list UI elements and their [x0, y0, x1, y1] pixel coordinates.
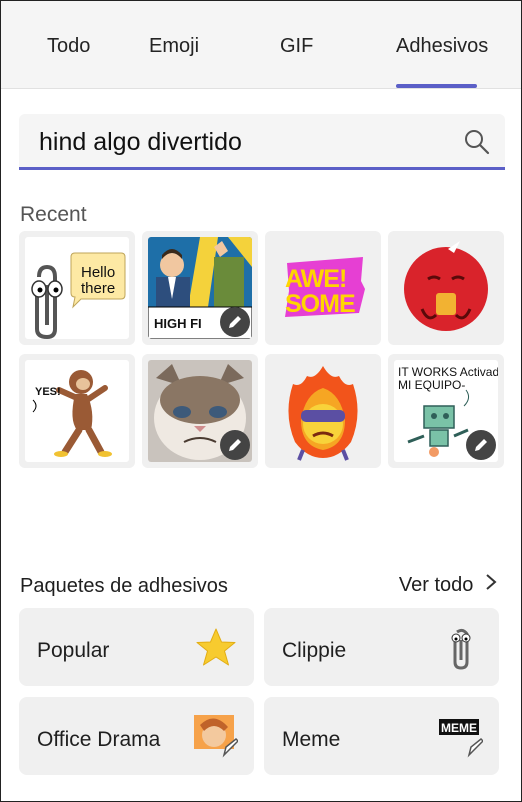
active-tab-indicator [396, 84, 477, 88]
sticker-caption: YES! [35, 386, 61, 398]
fire-character-image [288, 366, 358, 461]
edit-sticker-button[interactable] [220, 307, 250, 337]
sticker-red-monster[interactable] [388, 231, 504, 345]
pencil-icon [229, 439, 241, 451]
search-box [19, 114, 505, 170]
tab-emoji[interactable]: Emoji [149, 35, 199, 58]
sticker-caption: Hello there [81, 264, 116, 297]
pack-label: Office Drama [37, 728, 161, 751]
sticker-clippie-hello-there[interactable]: Hello there [19, 231, 135, 345]
pack-label: Meme [282, 728, 341, 751]
edit-sticker-button[interactable] [466, 430, 496, 460]
pack-label: Clippie [282, 639, 347, 662]
sticker-high-five[interactable]: HIGH FI [142, 231, 258, 345]
see-all-label: Ver todo [398, 574, 474, 596]
star-icon [196, 628, 236, 666]
sticker-image: Hello there [25, 237, 129, 339]
tab-adhesivos[interactable]: Adhesivos [396, 35, 488, 58]
sticker-image: YES! [25, 360, 129, 462]
tab-todo[interactable]: Todo [47, 35, 90, 58]
recent-section-title: Recent [20, 203, 87, 226]
chevron-right-icon [486, 574, 497, 590]
paperclip-icon [451, 628, 471, 670]
sticker-fire-character[interactable] [265, 354, 381, 468]
sticker-grumpy-cat[interactable] [142, 354, 258, 468]
meme-icon: MEME [439, 719, 483, 758]
office-drama-icon [194, 715, 238, 758]
pencil-icon [229, 316, 241, 328]
sticker-caption: IT WORKS Activado MI EQUIPO- [398, 365, 498, 392]
pack-office-drama[interactable]: Office Drama [19, 697, 254, 775]
tab-gif[interactable]: GIF [280, 35, 313, 58]
pack-meme[interactable]: Meme MEME [264, 697, 499, 775]
pack-clippie[interactable]: Clippie [264, 608, 499, 686]
sticker-caption: HIGH FI [154, 316, 202, 331]
tab-bar: Todo Emoji GIF Adhesivos [1, 1, 521, 89]
search-icon[interactable] [463, 128, 491, 156]
see-all-link[interactable]: Ver todo [399, 573, 497, 597]
pack-label: Popular [37, 639, 110, 662]
pack-popular[interactable]: Popular [19, 608, 254, 686]
sticker-it-works[interactable]: IT WORKS Activado MI EQUIPO- [388, 354, 504, 468]
edit-sticker-button[interactable] [220, 430, 250, 460]
svg-text:MEME: MEME [441, 721, 477, 735]
pencil-icon [475, 439, 487, 451]
search-input[interactable] [39, 122, 459, 162]
red-monster-image [404, 241, 488, 331]
sticker-picker-panel: Todo Emoji GIF Adhesivos Recent [0, 0, 522, 802]
sticker-awesome[interactable]: AWE! SOME [265, 231, 381, 345]
sticker-monkey-yes[interactable]: YES! [19, 354, 135, 468]
monkey-image [32, 370, 112, 457]
packs-section-title: Paquetes de adhesivos [20, 575, 228, 597]
sticker-caption: AWE! SOME [285, 265, 356, 318]
